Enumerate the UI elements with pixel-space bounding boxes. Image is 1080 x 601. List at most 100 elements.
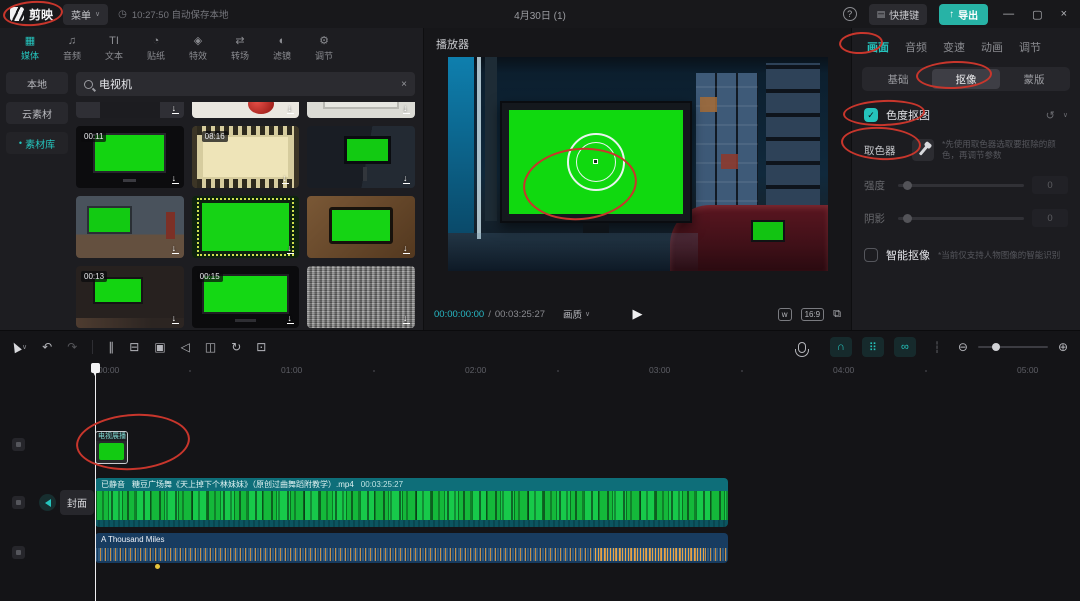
tab-transition[interactable]: ⇄转场 [220,32,260,64]
media-item[interactable]: 00:11↓ [76,126,184,188]
minimize-button[interactable]: — [1000,8,1017,20]
media-item[interactable]: 00:15↓ [192,266,300,328]
download-icon[interactable]: ↓ [172,244,179,255]
maximize-button[interactable]: ▢ [1029,8,1045,21]
auto-snap-toggle[interactable]: ⠿ [862,337,884,357]
shadow-slider[interactable] [898,217,1024,220]
track-toggle-icon[interactable] [12,546,25,559]
tab-adjust[interactable]: ⚙调节 [304,32,344,64]
slider-knob[interactable] [903,214,912,223]
download-icon[interactable]: ↓ [172,174,179,185]
sidebar-item-local[interactable]: 本地 [6,72,68,94]
zoom-in-button[interactable]: ⊕ [1058,340,1068,354]
track-toggle-icon[interactable] [12,438,25,451]
zoom-out-button[interactable]: ⊖ [958,340,968,354]
download-icon[interactable]: ↓ [403,104,410,115]
download-icon[interactable]: ↓ [282,174,289,185]
picker-target-square[interactable] [593,159,598,164]
sidebar-item-library[interactable]: •素材库 [6,132,68,154]
track-mute-button[interactable] [39,494,56,511]
reset-icon[interactable]: ↺ [1046,109,1055,122]
fullscreen-icon[interactable]: ⧉ [833,308,841,321]
linkage-toggle[interactable]: ∞ [894,337,916,357]
tab-speed[interactable]: 变速 [936,37,972,57]
tab-picture[interactable]: 画面 [860,37,896,57]
tab-text[interactable]: TI文本 [94,32,134,64]
select-tool-button[interactable]: ∨ [12,342,27,352]
timeline-clip-video[interactable]: 已静音 糖豆广场舞《天上掉下个林妹妹》（原创过曲舞蹈附教学）.mp4 00:03… [95,478,728,527]
subtab-matting[interactable]: 抠像 [932,69,1000,89]
shortcut-button[interactable]: ▤ 快捷键 [869,4,928,25]
reverse-button[interactable]: ◁ [181,340,190,354]
media-item[interactable]: ↓ [76,196,184,258]
download-icon[interactable]: ↓ [403,314,410,325]
tab-animation[interactable]: 动画 [974,37,1010,57]
media-item[interactable]: 00:13↓ [76,266,184,328]
track-toggle-icon[interactable] [12,496,25,509]
playhead-handle[interactable] [91,363,100,373]
media-item[interactable]: 08:16↓ [192,126,300,188]
cover-button[interactable]: 封面 [60,490,94,515]
main-track-magnet-toggle[interactable]: ∩ [830,337,852,357]
tab-media[interactable]: ▦媒体 [10,32,50,64]
media-item[interactable]: ↓ [76,102,184,118]
app-logo[interactable]: 剪映 [10,6,53,23]
download-icon[interactable]: ↓ [403,244,410,255]
preview-axis-toggle[interactable]: ┆ [926,337,948,357]
video-preview[interactable] [448,57,828,271]
aspect-ratio-button[interactable]: 16:9 [801,308,825,321]
subtab-basic[interactable]: 基础 [864,69,932,89]
timeline-ruler[interactable]: 00:00 01:00 02:00 03:00 04:00 05:00 [0,363,1080,377]
rotate-button[interactable]: ↻ [231,340,241,354]
media-item[interactable]: ↓ [307,266,415,328]
timeline-clip-tv[interactable]: 电视展播 [95,431,128,464]
media-item[interactable]: ↓ [192,102,300,118]
media-item[interactable]: ↓ [307,196,415,258]
crop-button[interactable]: ⊡ [256,340,266,354]
tab-adjustment[interactable]: 调节 [1012,37,1048,57]
chroma-key-checkbox[interactable]: ✓ [864,108,878,122]
export-button[interactable]: ↑ 导出 [939,4,988,25]
preview-quality-icon[interactable]: w [778,308,792,321]
help-icon[interactable]: ? [843,7,857,21]
mirror-button[interactable]: ◫ [205,340,216,354]
tab-sticker[interactable]: ◔贴纸 [136,32,176,64]
download-icon[interactable]: ↓ [172,104,179,115]
close-button[interactable]: × [1058,8,1070,20]
tab-effects[interactable]: ◈特效 [178,32,218,64]
download-icon[interactable]: ↓ [403,174,410,185]
strength-slider[interactable] [898,184,1024,187]
shadow-value[interactable]: 0 [1032,209,1068,227]
subtab-mask[interactable]: 蒙版 [1000,69,1068,89]
clear-search-icon[interactable]: × [401,79,407,90]
sidebar-item-cloud[interactable]: 云素材 [6,102,68,124]
tab-filter[interactable]: ◐滤镜 [262,32,302,64]
media-item[interactable]: ↓ [307,126,415,188]
record-voiceover-icon[interactable] [798,342,806,353]
download-icon[interactable]: ↓ [287,314,294,325]
timeline-clip-audio[interactable]: A Thousand Miles [95,533,728,563]
timeline-zoom-slider[interactable] [978,346,1048,348]
search-input[interactable] [99,78,395,90]
download-icon[interactable]: ↓ [287,244,294,255]
download-icon[interactable]: ↓ [172,314,179,325]
split-button[interactable]: ∥ [108,340,114,354]
media-item[interactable]: ↓ [192,196,300,258]
slider-knob[interactable] [903,181,912,190]
download-icon[interactable]: ↓ [287,104,294,115]
collapse-icon[interactable]: ∨ [1063,111,1068,119]
menu-button[interactable]: 菜单 ∨ [63,4,108,25]
redo-button[interactable]: ↷ [67,340,77,354]
play-button[interactable]: ▶ [633,306,643,322]
tab-audio[interactable]: ♫音频 [52,32,92,64]
delete-button[interactable]: ⊟ [129,340,139,354]
eyedropper-button[interactable] [912,139,934,161]
freeze-frame-button[interactable]: ▣ [154,340,165,354]
strength-value[interactable]: 0 [1032,176,1068,194]
tab-audio-settings[interactable]: 音频 [898,37,934,57]
undo-button[interactable]: ↶ [42,340,52,354]
smart-matting-checkbox[interactable] [864,248,878,262]
media-item[interactable]: ↓ [307,102,415,118]
zoom-knob[interactable] [992,343,1000,351]
quality-dropdown[interactable]: 画质∨ [563,307,590,321]
